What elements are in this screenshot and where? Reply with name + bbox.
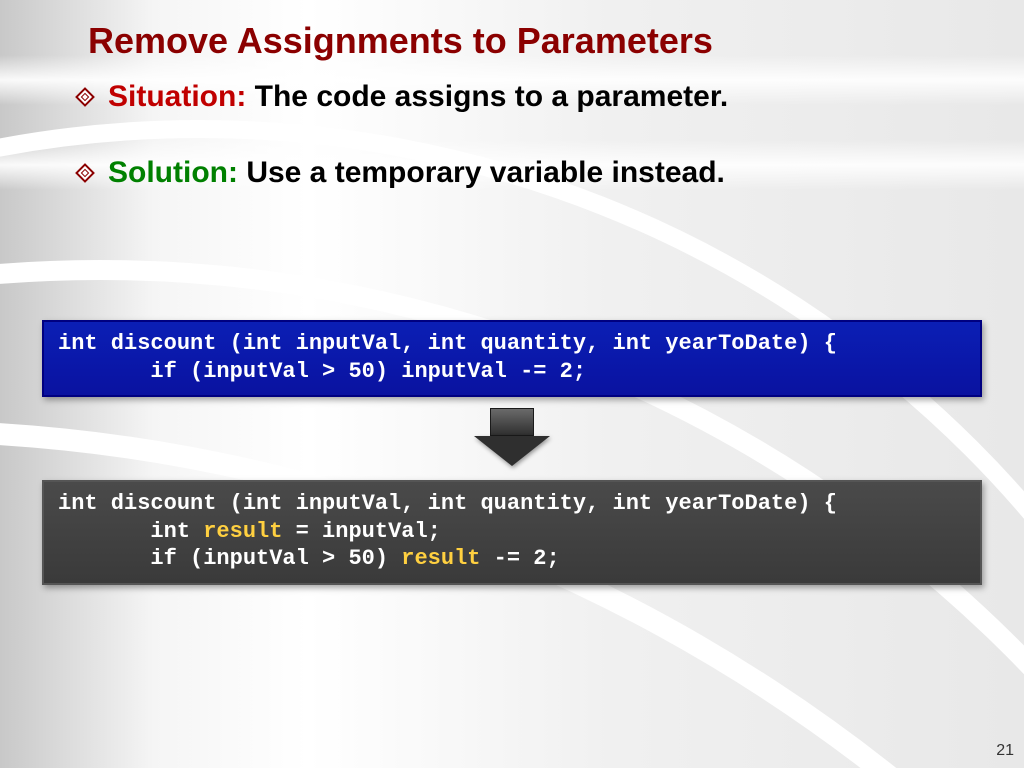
bullet-list: Situation: The code assigns to a paramet… <box>78 78 964 229</box>
code-line: int discount (int inputVal, int quantity… <box>58 491 837 516</box>
code-line: if (inputVal > 50) inputVal -= 2; <box>58 359 586 384</box>
solution-text: Use a temporary variable instead. <box>246 156 725 189</box>
bullet-text: Situation: The code assigns to a paramet… <box>108 78 728 116</box>
code-line: int result = inputVal; <box>58 519 441 544</box>
code-before-box: int discount (int inputVal, int quantity… <box>42 320 982 397</box>
bullet-solution: Solution: Use a temporary variable inste… <box>78 154 964 192</box>
situation-label: Situation: <box>108 80 246 113</box>
slide: Remove Assignments to Parameters Situati… <box>0 0 1024 768</box>
bullet-icon <box>75 163 95 183</box>
bullet-icon <box>75 87 95 107</box>
situation-text: The code assigns to a parameter. <box>255 80 729 113</box>
page-title: Remove Assignments to Parameters <box>88 20 713 62</box>
bullet-text: Solution: Use a temporary variable inste… <box>108 154 725 192</box>
highlight: result <box>203 519 282 544</box>
solution-label: Solution: <box>108 156 238 189</box>
down-arrow-icon <box>474 408 550 466</box>
code-line: int discount (int inputVal, int quantity… <box>58 331 837 356</box>
code-after-box: int discount (int inputVal, int quantity… <box>42 480 982 585</box>
code-line: if (inputVal > 50) result -= 2; <box>58 546 560 571</box>
highlight: result <box>401 546 480 571</box>
page-number: 21 <box>996 742 1014 760</box>
bullet-situation: Situation: The code assigns to a paramet… <box>78 78 964 116</box>
